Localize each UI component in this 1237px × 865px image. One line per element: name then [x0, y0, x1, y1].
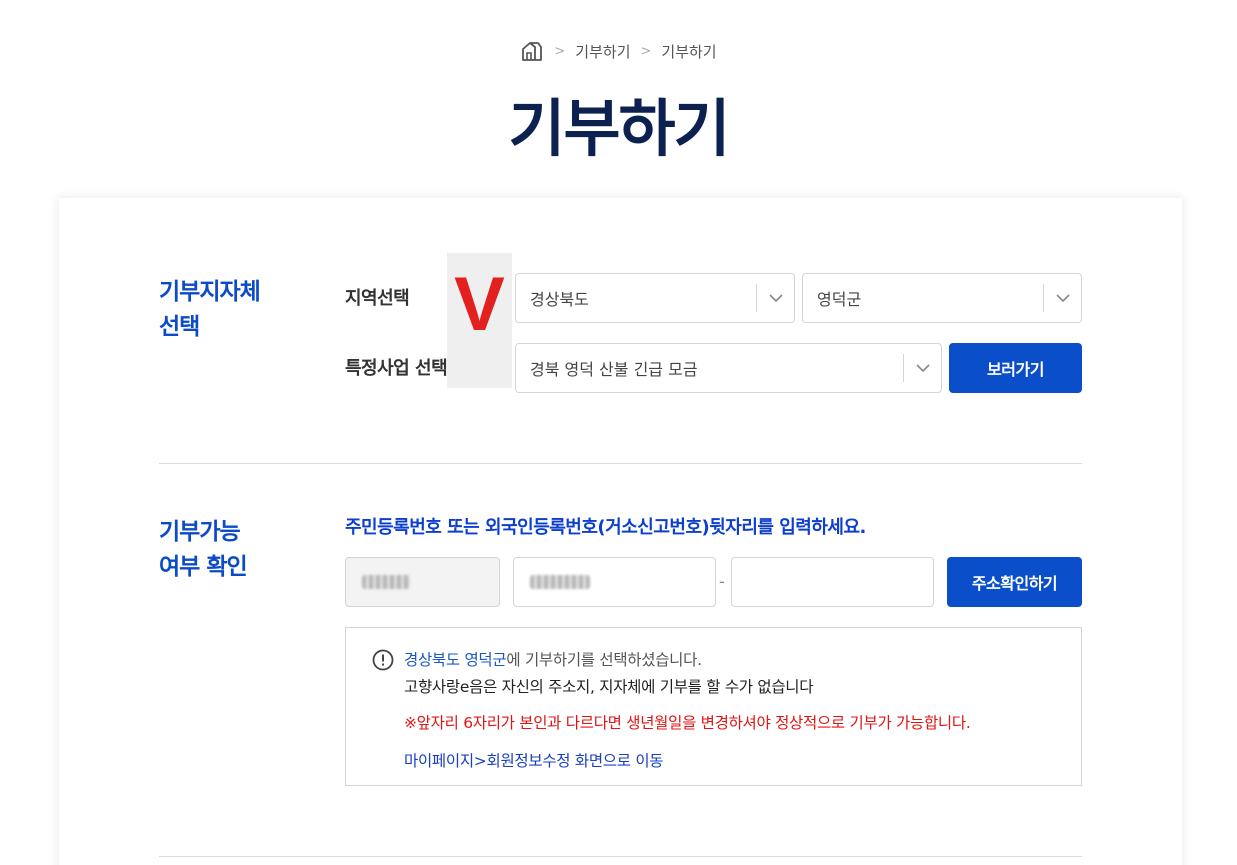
verify-address-button[interactable]: 주소확인하기: [947, 557, 1082, 607]
breadcrumb-item-donate-current[interactable]: 기부하기: [661, 41, 716, 62]
notice-warning: ※앞자리 6자리가 본인과 다르다면 생년월일을 변경하셔야 정상적으로 기부가…: [404, 714, 971, 732]
check-mark-overlay: V: [447, 253, 512, 388]
breadcrumb-item-donate[interactable]: 기부하기: [575, 41, 630, 62]
section-title-line: 기부지자체: [159, 279, 261, 305]
section-title-line: 여부 확인: [159, 554, 248, 580]
id-number-instruction: 주민등록번호 또는 외국인등록번호(거소신고번호)뒷자리를 입력하세요.: [345, 517, 866, 538]
section-divider: [159, 463, 1082, 464]
county-select[interactable]: 영덕군: [802, 273, 1082, 323]
name-field: [345, 557, 500, 607]
province-select[interactable]: 경상북도: [515, 273, 795, 323]
my-page-link[interactable]: 마이페이지>회원정보수정 화면으로 이동: [404, 749, 664, 771]
region-select-label: 지역선택: [345, 288, 410, 309]
masked-text: [362, 575, 410, 589]
chevron-down-icon[interactable]: [1044, 294, 1081, 302]
id-dash: -: [719, 572, 725, 591]
project-select-value: 경북 영덕 산불 긴급 모금: [530, 360, 698, 379]
view-project-button[interactable]: 보러가기: [949, 343, 1082, 393]
id-front-field[interactable]: [513, 557, 716, 607]
page-title: 기부하기: [508, 92, 730, 165]
project-select[interactable]: 경북 영덕 산불 긴급 모금: [515, 343, 942, 393]
notice-selected-region: 경상북도 영덕군에 기부하기를 선택하셨습니다.: [404, 648, 702, 670]
section-title-select-municipality: 기부지자체 선택: [159, 275, 261, 345]
masked-text: [530, 575, 590, 589]
notice-region-rest: 에 기부하기를 선택하셨습니다.: [506, 651, 702, 669]
notice-box: 경상북도 영덕군에 기부하기를 선택하셨습니다. 고향사랑e음은 자신의 주소지…: [345, 627, 1082, 786]
province-select-value: 경상북도: [530, 290, 589, 309]
breadcrumb-separator: >: [554, 43, 566, 59]
id-back-field[interactable]: [731, 557, 934, 607]
breadcrumb-separator: >: [640, 43, 652, 59]
notice-restriction: 고향사랑e음은 자신의 주소지, 지자체에 기부를 할 수가 없습니다: [404, 678, 814, 696]
section-title-line: 선택: [159, 314, 200, 340]
chevron-down-icon[interactable]: [904, 364, 941, 372]
home-icon[interactable]: [520, 40, 544, 62]
chevron-down-icon[interactable]: [757, 294, 794, 302]
breadcrumb: > 기부하기 > 기부하기: [0, 40, 1237, 62]
section-title-line: 기부가능: [159, 519, 241, 545]
section-title-eligibility-check: 기부가능 여부 확인: [159, 515, 248, 585]
project-select-label: 특정사업 선택: [345, 358, 448, 379]
notice-region-highlight: 경상북도 영덕군: [404, 651, 507, 669]
section-divider: [159, 856, 1082, 857]
county-select-value: 영덕군: [817, 290, 862, 309]
exclamation-circle-icon: [372, 649, 394, 671]
